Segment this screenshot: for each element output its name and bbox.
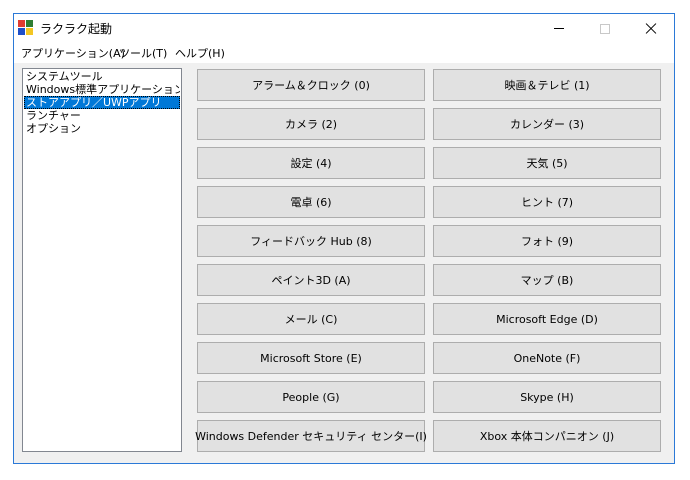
minimize-icon[interactable] (536, 14, 582, 44)
list-item-windows-standard-apps[interactable]: Windows標準アプリケーション (24, 83, 180, 96)
movies-tv-button[interactable]: 映画＆テレビ (1) (433, 69, 661, 101)
category-list[interactable]: システムツール Windows標準アプリケーション ストアアプリ／UWPアプリ … (22, 68, 182, 452)
photos-button[interactable]: フォト (9) (433, 225, 661, 257)
skype-button[interactable]: Skype (H) (433, 381, 661, 413)
list-item-store-apps[interactable]: ストアアプリ／UWPアプリ (24, 96, 180, 109)
windows-defender-button[interactable]: Windows Defender セキュリティ センター(I) (195, 420, 427, 452)
weather-button[interactable]: 天気 (5) (433, 147, 661, 179)
app-icon (18, 20, 34, 36)
feedback-hub-button[interactable]: フィードバック Hub (8) (197, 225, 425, 257)
menu-tools[interactable]: ツール(T) (119, 44, 167, 63)
list-item-options[interactable]: オプション (24, 122, 180, 135)
maximize-icon[interactable] (582, 14, 628, 44)
paint-3d-button[interactable]: ペイント3D (A) (197, 264, 425, 296)
menu-bar: アプリケーション(A) ツール(T) ヘルプ(H) (14, 44, 674, 63)
microsoft-edge-button[interactable]: Microsoft Edge (D) (433, 303, 661, 335)
maps-button[interactable]: マップ (B) (433, 264, 661, 296)
tips-button[interactable]: ヒント (7) (433, 186, 661, 218)
xbox-companion-button[interactable]: Xbox 本体コンパニオン (J) (433, 420, 661, 452)
close-icon[interactable] (628, 14, 674, 44)
settings-button[interactable]: 設定 (4) (197, 147, 425, 179)
camera-button[interactable]: カメラ (2) (197, 108, 425, 140)
window-title: ラクラク起動 (40, 22, 113, 36)
title-bar[interactable]: ラクラク起動 (14, 14, 674, 44)
microsoft-store-button[interactable]: Microsoft Store (E) (197, 342, 425, 374)
list-item-launcher[interactable]: ランチャー (24, 109, 180, 122)
list-item-system-tools[interactable]: システムツール (24, 70, 180, 83)
onenote-button[interactable]: OneNote (F) (433, 342, 661, 374)
mail-button[interactable]: メール (C) (197, 303, 425, 335)
menu-application[interactable]: アプリケーション(A) (21, 44, 125, 63)
calculator-button[interactable]: 電卓 (6) (197, 186, 425, 218)
people-button[interactable]: People (G) (197, 381, 425, 413)
app-window: ラクラク起動 アプリケーション(A) ツール(T) ヘルプ(H) システムツール… (13, 13, 675, 464)
calendar-button[interactable]: カレンダー (3) (433, 108, 661, 140)
alarm-clock-button[interactable]: アラーム＆クロック (0) (197, 69, 425, 101)
menu-help[interactable]: ヘルプ(H) (175, 44, 225, 63)
